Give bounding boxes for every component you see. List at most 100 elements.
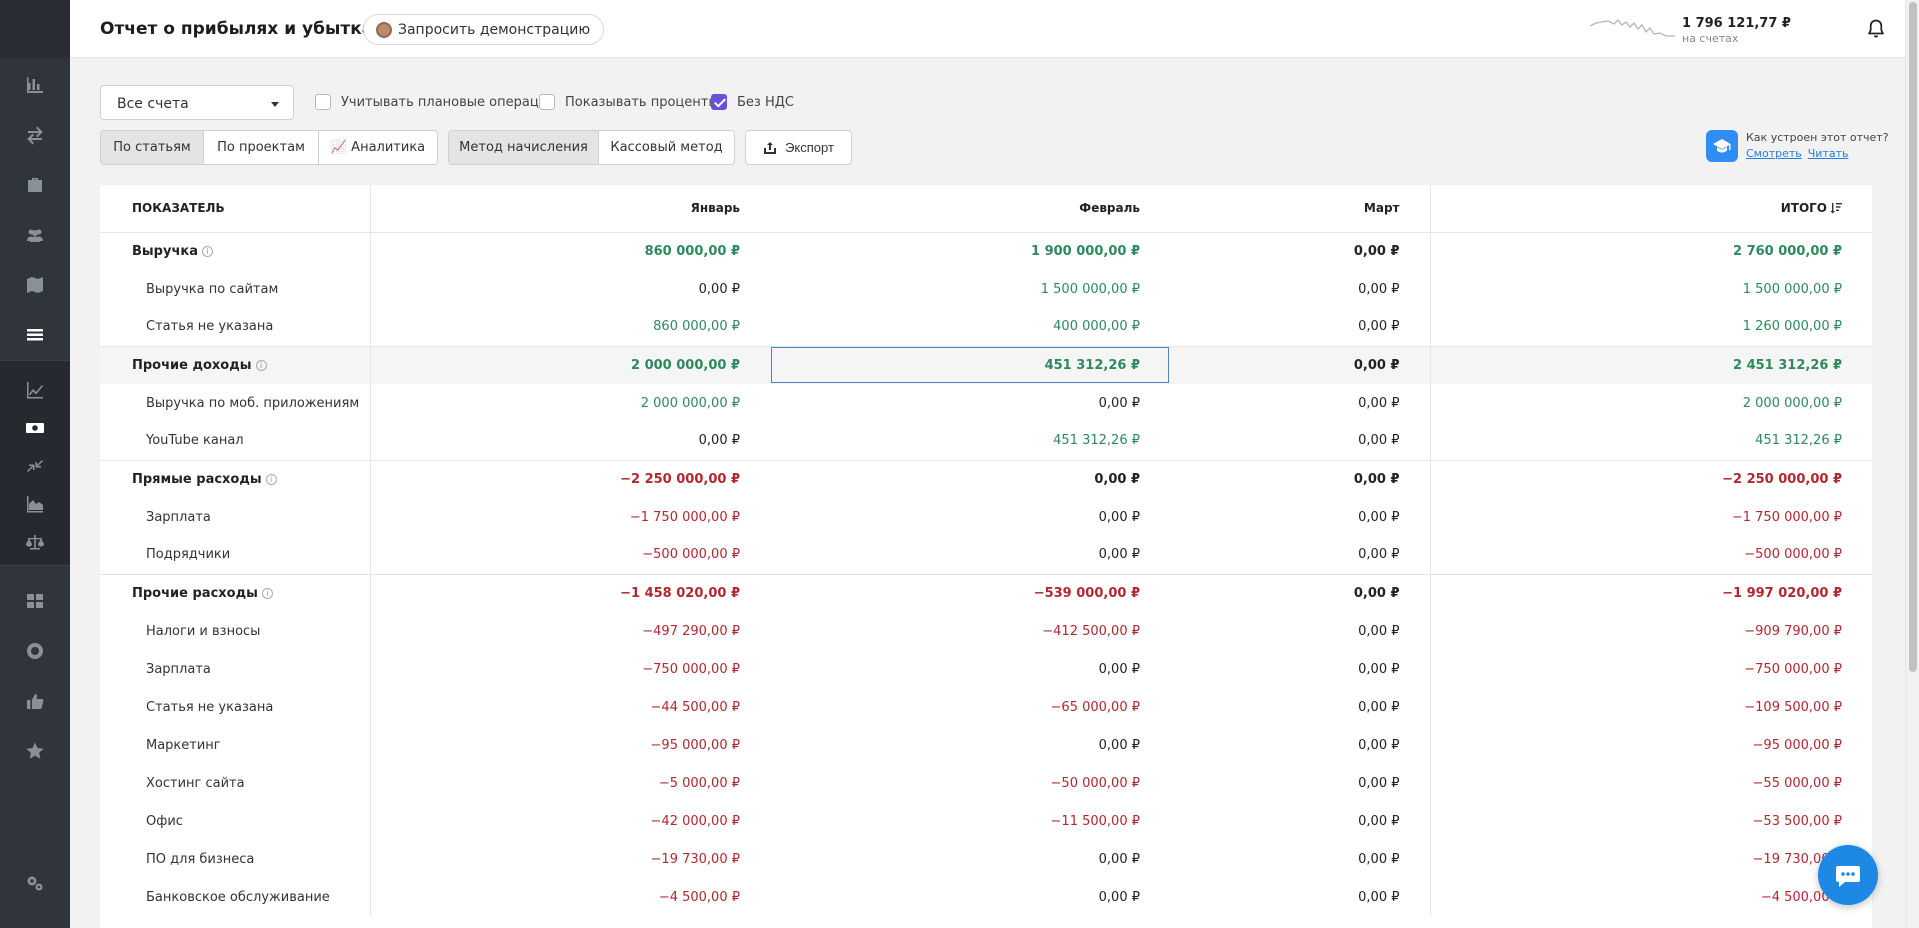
sidebar-item-scales[interactable] xyxy=(0,523,70,561)
sort-icon[interactable] xyxy=(1830,202,1842,214)
table-row[interactable]: ПО для бизнеса −19 730,00 ₽0,00 ₽0,00 ₽ −1… xyxy=(100,840,1872,878)
cell-february[interactable]: 0,00 ₽ xyxy=(770,840,1170,878)
cell-march[interactable]: 0,00 ₽ xyxy=(1170,840,1431,878)
cell-total[interactable]: −750 000,00 ₽ xyxy=(1430,650,1872,688)
table-row[interactable]: Подрядчики −500 000,00 ₽0,00 ₽0,00 ₽ −500 … xyxy=(100,536,1872,574)
cell-total[interactable]: −1 750 000,00 ₽ xyxy=(1430,498,1872,536)
info-icon[interactable]: i xyxy=(201,245,213,257)
sidebar-item-trend[interactable] xyxy=(0,371,70,409)
no-vat-checkbox[interactable]: Без НДС xyxy=(711,94,794,110)
percent-checkbox[interactable]: Показывать проценты xyxy=(539,94,719,110)
plan-ops-checkbox-box[interactable] xyxy=(315,94,331,110)
cell-january[interactable]: 2 000 000,00 ₽ xyxy=(370,384,770,422)
column-header-total[interactable]: ИТОГО xyxy=(1430,185,1872,233)
table-row[interactable]: Маркетинг −95 000,00 ₽0,00 ₽0,00 ₽ −95 000… xyxy=(100,726,1872,764)
cell-march[interactable]: 0,00 ₽ xyxy=(1170,764,1431,802)
table-row[interactable]: Статья не указана −44 500,00 ₽ −65 000,00 … xyxy=(100,688,1872,726)
cell-march[interactable]: 0,00 ₽ xyxy=(1170,878,1431,916)
cell-march[interactable]: 0,00 ₽ xyxy=(1170,232,1431,270)
cell-february[interactable]: −412 500,00 ₽ xyxy=(770,612,1170,650)
sidebar-item-money[interactable] xyxy=(0,409,70,447)
cell-total[interactable]: −95 000,00 ₽ xyxy=(1430,726,1872,764)
cell-january[interactable]: −1 458 020,00 ₽ xyxy=(370,573,770,612)
scrollbar-thumb[interactable] xyxy=(1909,2,1917,672)
cell-total[interactable]: −53 500,00 ₽ xyxy=(1430,802,1872,840)
cell-february[interactable]: 1 900 000,00 ₽ xyxy=(770,232,1170,270)
cell-january[interactable]: −1 750 000,00 ₽ xyxy=(370,498,770,536)
cell-total[interactable]: 2 451 312,26 ₽ xyxy=(1430,345,1872,384)
sidebar-item-compress[interactable] xyxy=(0,447,70,485)
cell-total[interactable]: 1 500 000,00 ₽ xyxy=(1430,270,1872,308)
table-row[interactable]: Выручка по моб. приложениям 2 000 000,00 … xyxy=(100,384,1872,422)
cell-february[interactable]: 451 312,26 ₽ xyxy=(770,345,1170,384)
cell-february[interactable]: 0,00 ₽ xyxy=(770,878,1170,916)
cell-february[interactable]: 400 000,00 ₽ xyxy=(770,308,1170,346)
cell-total[interactable]: 2 000 000,00 ₽ xyxy=(1430,384,1872,422)
cell-total[interactable]: −109 500,00 ₽ xyxy=(1430,688,1872,726)
sidebar-item-grid[interactable] xyxy=(0,576,70,626)
sidebar-item-briefcase[interactable] xyxy=(0,160,70,210)
sidebar-item-like[interactable] xyxy=(0,676,70,726)
table-group-row[interactable]: Прочие расходы i −1 458 020,00 ₽ −539 000,0… xyxy=(100,573,1872,612)
sidebar-item-bar-chart[interactable] xyxy=(0,60,70,110)
cell-march[interactable]: 0,00 ₽ xyxy=(1170,688,1431,726)
cell-march[interactable]: 0,00 ₽ xyxy=(1170,650,1431,688)
cell-february[interactable]: 0,00 ₽ xyxy=(770,650,1170,688)
info-icon[interactable]: i xyxy=(265,473,277,485)
bell-icon[interactable] xyxy=(1865,18,1887,40)
tab-by-articles[interactable]: По статьям xyxy=(101,131,204,164)
plan-ops-checkbox[interactable]: Учитывать плановые операции xyxy=(315,94,556,110)
help-watch-link[interactable]: Смотреть xyxy=(1746,147,1802,160)
percent-checkbox-box[interactable] xyxy=(539,94,555,110)
cell-march[interactable]: 0,00 ₽ xyxy=(1170,422,1431,460)
column-header-february[interactable]: Февраль xyxy=(770,185,1170,233)
table-row[interactable]: YouTube канал 0,00 ₽451 312,26 ₽0,00 ₽451… xyxy=(100,422,1872,460)
cell-march[interactable]: 0,00 ₽ xyxy=(1170,498,1431,536)
cell-february[interactable]: 1 500 000,00 ₽ xyxy=(770,270,1170,308)
cell-march[interactable]: 0,00 ₽ xyxy=(1170,536,1431,574)
cell-total[interactable]: −2 250 000,00 ₽ xyxy=(1430,459,1872,498)
cell-january[interactable]: 860 000,00 ₽ xyxy=(370,232,770,270)
cell-january[interactable]: −2 250 000,00 ₽ xyxy=(370,459,770,498)
info-icon[interactable]: i xyxy=(261,587,273,599)
cell-january[interactable]: −4 500,00 ₽ xyxy=(370,878,770,916)
cell-march[interactable]: 0,00 ₽ xyxy=(1170,308,1431,346)
cell-february[interactable]: 0,00 ₽ xyxy=(770,498,1170,536)
cell-march[interactable]: 0,00 ₽ xyxy=(1170,345,1431,384)
cell-total[interactable]: −1 997 020,00 ₽ xyxy=(1430,573,1872,612)
cell-february[interactable]: −50 000,00 ₽ xyxy=(770,764,1170,802)
sidebar-item-map[interactable] xyxy=(0,260,70,310)
request-demo-button[interactable]: Запросить демонстрацию xyxy=(363,14,605,45)
table-row[interactable]: Зарплата −750 000,00 ₽0,00 ₽0,00 ₽ −750 00… xyxy=(100,650,1872,688)
page-scrollbar[interactable] xyxy=(1905,0,1919,928)
cell-total[interactable]: 451 312,26 ₽ xyxy=(1430,422,1872,460)
cell-total[interactable]: 2 760 000,00 ₽ xyxy=(1430,232,1872,270)
cell-january[interactable]: −42 000,00 ₽ xyxy=(370,802,770,840)
cell-march[interactable]: 0,00 ₽ xyxy=(1170,573,1431,612)
help-read-link[interactable]: Читать xyxy=(1808,147,1849,160)
sidebar-item-settings[interactable] xyxy=(0,858,70,908)
sidebar-item-support[interactable] xyxy=(0,626,70,676)
table-group-row[interactable]: Прямые расходы i −2 250 000,00 ₽0,00 ₽0,00… xyxy=(100,459,1872,498)
no-vat-checkbox-box[interactable] xyxy=(711,94,727,110)
sidebar-item-list[interactable] xyxy=(0,310,70,360)
column-header-january[interactable]: Январь xyxy=(370,185,770,233)
cell-january[interactable]: −44 500,00 ₽ xyxy=(370,688,770,726)
cell-january[interactable]: −5 000,00 ₽ xyxy=(370,764,770,802)
cell-total[interactable]: −909 790,00 ₽ xyxy=(1430,612,1872,650)
cell-march[interactable]: 0,00 ₽ xyxy=(1170,612,1431,650)
cell-march[interactable]: 0,00 ₽ xyxy=(1170,384,1431,422)
table-row[interactable]: Банковское обслуживание −4 500,00 ₽0,00 ₽… xyxy=(100,878,1872,916)
cell-march[interactable]: 0,00 ₽ xyxy=(1170,270,1431,308)
sidebar-item-star[interactable] xyxy=(0,726,70,776)
accounts-select[interactable]: Все счета xyxy=(100,85,294,120)
cell-february[interactable]: −65 000,00 ₽ xyxy=(770,688,1170,726)
cell-january[interactable]: 0,00 ₽ xyxy=(370,270,770,308)
column-header-march[interactable]: Март xyxy=(1170,185,1431,233)
tab-accrual-method[interactable]: Метод начисления xyxy=(449,131,599,164)
cell-february[interactable]: −11 500,00 ₽ xyxy=(770,802,1170,840)
cell-march[interactable]: 0,00 ₽ xyxy=(1170,802,1431,840)
cell-total[interactable]: −19 730,00 ₽ xyxy=(1430,840,1872,878)
export-button[interactable]: Экспорт xyxy=(745,130,852,165)
cell-january[interactable]: 0,00 ₽ xyxy=(370,422,770,460)
